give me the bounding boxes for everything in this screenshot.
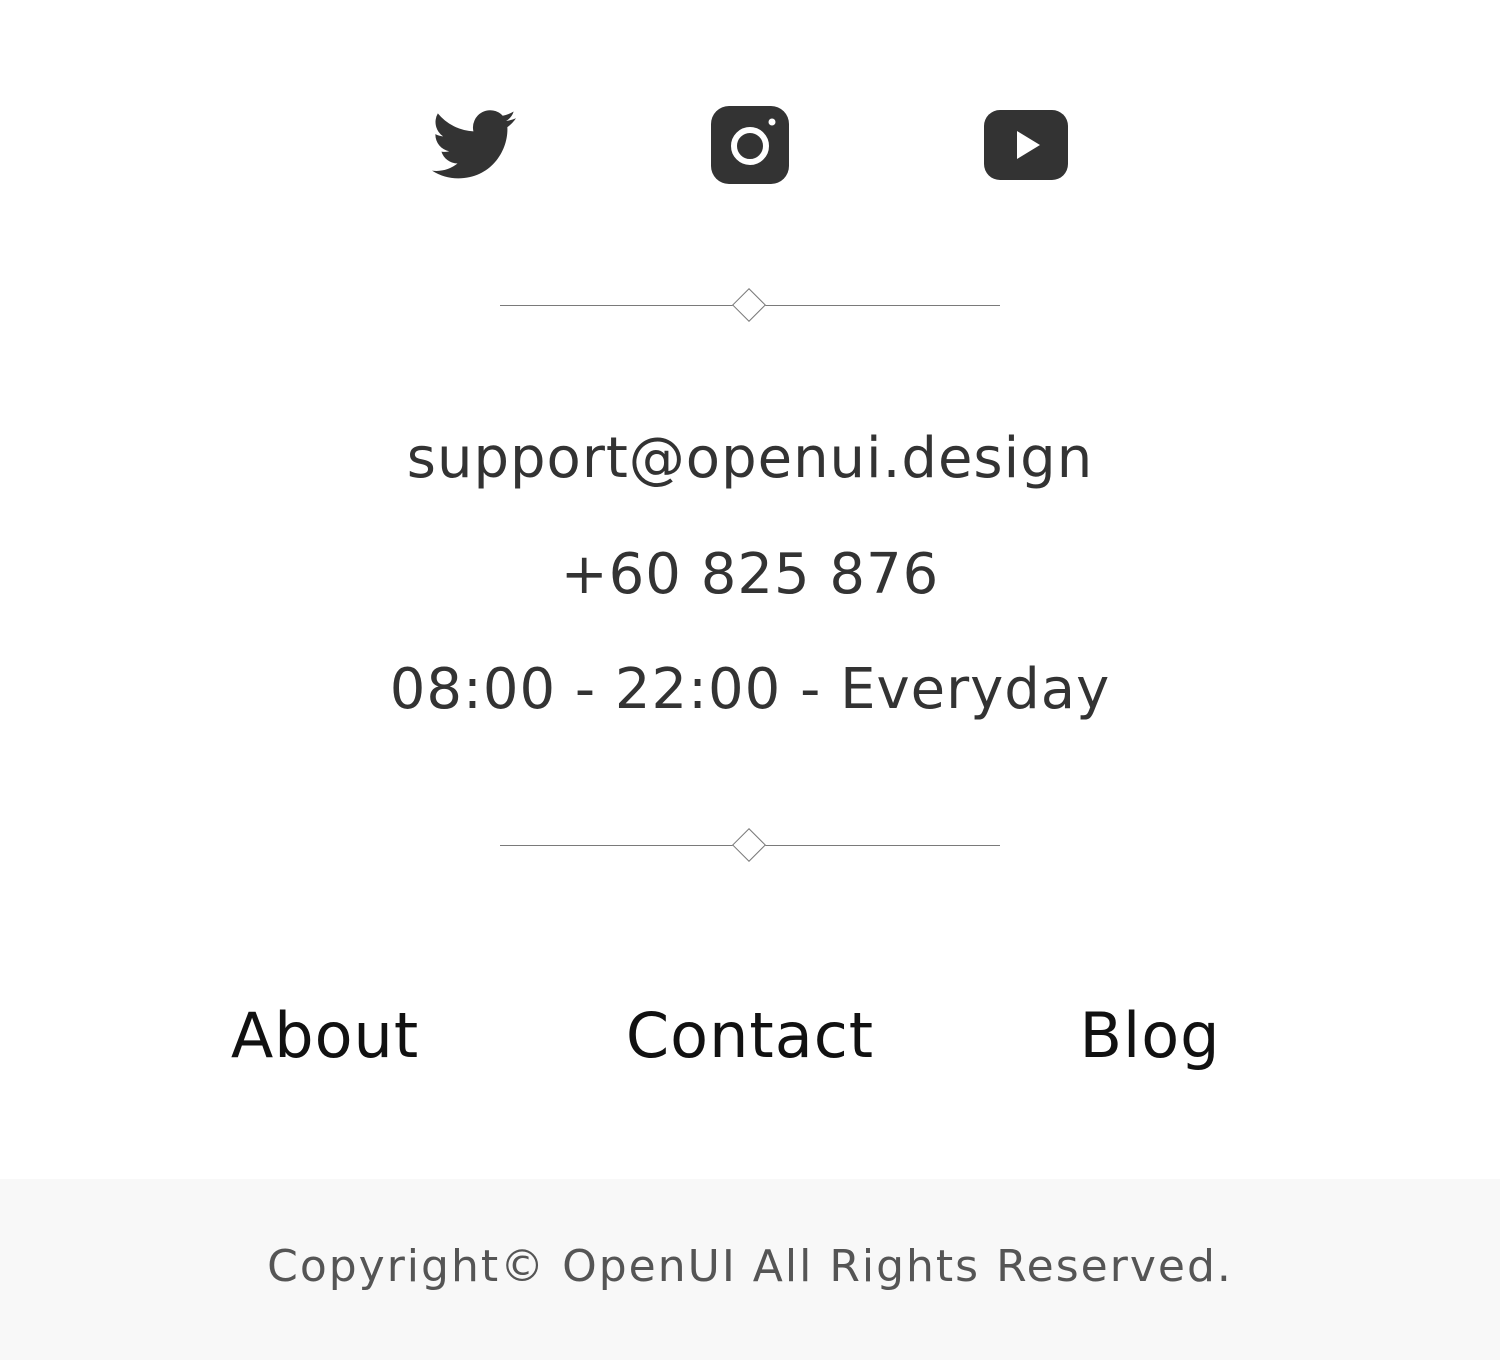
twitter-icon bbox=[432, 110, 516, 180]
instagram-icon bbox=[711, 106, 789, 184]
diamond-ornament bbox=[732, 828, 766, 862]
youtube-link[interactable] bbox=[976, 100, 1076, 190]
divider-bottom bbox=[500, 826, 1000, 866]
instagram-link[interactable] bbox=[700, 100, 800, 190]
twitter-link[interactable] bbox=[424, 100, 524, 190]
contact-phone[interactable]: +60 825 876 bbox=[0, 535, 1500, 615]
opening-hours: 08:00 - 22:00 - Everyday bbox=[389, 657, 1111, 722]
nav-blog-link[interactable]: Blog bbox=[1050, 996, 1250, 1076]
divider-top bbox=[500, 286, 1000, 326]
footer-bar: Copyright© OpenUI All Rights Reserved. bbox=[0, 1179, 1500, 1360]
copyright-text: Copyright© OpenUI All Rights Reserved. bbox=[267, 1241, 1233, 1292]
contact-email[interactable]: support@openui.design bbox=[0, 419, 1500, 499]
diamond-ornament bbox=[732, 288, 766, 322]
youtube-icon bbox=[983, 109, 1069, 181]
social-links bbox=[0, 100, 1500, 190]
nav-contact-link[interactable]: Contact bbox=[600, 996, 900, 1076]
nav-about-link[interactable]: About bbox=[200, 996, 450, 1076]
